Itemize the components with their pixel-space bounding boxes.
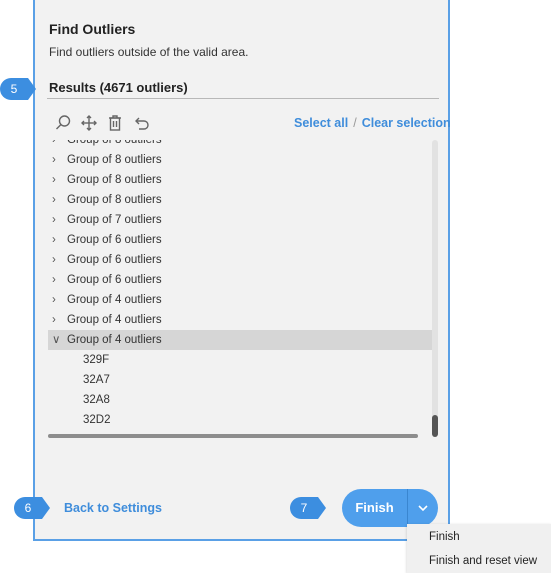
callout-badge-finish: 7 <box>290 497 326 519</box>
tree-child-row[interactable]: 329F <box>48 350 433 370</box>
move-icon[interactable] <box>79 113 99 133</box>
chevron-right-icon[interactable]: › <box>48 250 67 270</box>
vertical-scrollbar-thumb[interactable] <box>432 415 438 437</box>
results-heading: Results (4671 outliers) <box>49 80 188 95</box>
clear-selection-link[interactable]: Clear selection <box>362 116 451 130</box>
tree-group-row[interactable]: › Group of 4 outliers <box>48 290 433 310</box>
finish-button[interactable]: Finish <box>342 489 407 527</box>
tree-group-row[interactable]: › Group of 8 outliers <box>48 170 433 190</box>
finish-split-button: Finish <box>342 489 438 527</box>
chevron-right-icon[interactable]: › <box>48 230 67 250</box>
chevron-right-icon[interactable]: › <box>48 150 67 170</box>
results-divider <box>47 98 439 99</box>
menu-item-finish[interactable]: Finish <box>407 525 551 549</box>
menu-item-finish-reset-view[interactable]: Finish and reset view <box>407 549 551 573</box>
tree-group-row[interactable]: › Group of 6 outliers <box>48 270 433 290</box>
find-outliers-panel: Find Outliers Find outliers outside of t… <box>33 0 451 541</box>
tree-group-row[interactable]: ∨ Group of 4 outliers <box>48 330 433 350</box>
tree-child-row[interactable]: 32D2 <box>48 410 433 430</box>
tree-group-label: Group of 6 outliers <box>67 254 162 266</box>
tree-group-row[interactable]: › Group of 8 outliers <box>48 150 433 170</box>
tree-group-label: Group of 4 outliers <box>67 334 162 346</box>
tree-group-label: Group of 4 outliers <box>67 314 162 326</box>
panel-description: Find outliers outside of the valid area. <box>49 45 249 59</box>
chevron-right-icon[interactable]: › <box>48 210 67 230</box>
chevron-right-icon[interactable]: › <box>48 140 67 150</box>
chevron-down-icon <box>418 505 428 512</box>
vertical-scrollbar-track[interactable] <box>432 140 438 436</box>
delete-icon[interactable] <box>105 113 125 133</box>
tree-group-label: Group of 6 outliers <box>67 234 162 246</box>
tree-group-label: Group of 6 outliers <box>67 274 162 286</box>
select-all-link[interactable]: Select all <box>294 116 348 130</box>
tree-group-label: Group of 4 outliers <box>67 294 162 306</box>
selection-links: Select all / Clear selection <box>294 116 451 130</box>
chevron-down-icon[interactable]: ∨ <box>48 330 67 350</box>
outlier-tree-list: › Group of 8 outliers › Group of 8 outliers… <box>48 140 433 430</box>
tree-group-row[interactable]: › Group of 4 outliers <box>48 310 433 330</box>
selection-separator: / <box>353 116 357 130</box>
finish-dropdown-button[interactable] <box>408 489 438 527</box>
results-toolbar <box>53 113 151 133</box>
tree-child-row[interactable]: 32A7 <box>48 370 433 390</box>
callout-badge-results: 5 <box>0 78 36 100</box>
tree-group-label: Group of 7 outliers <box>67 214 162 226</box>
tree-group-row[interactable]: › Group of 8 outliers <box>48 190 433 210</box>
horizontal-scrollbar[interactable] <box>48 434 418 438</box>
tree-group-label: Group of 8 outliers <box>67 194 162 206</box>
tree-group-row[interactable]: › Group of 6 outliers <box>48 250 433 270</box>
tree-group-row[interactable]: › Group of 8 outliers <box>48 140 433 150</box>
back-to-settings-link[interactable]: Back to Settings <box>64 501 162 515</box>
tree-group-row[interactable]: › Group of 7 outliers <box>48 210 433 230</box>
tree-child-row[interactable]: 32A8 <box>48 390 433 410</box>
tree-group-row[interactable]: › Group of 6 outliers <box>48 230 433 250</box>
tree-group-label: Group of 8 outliers <box>67 174 162 186</box>
undo-icon[interactable] <box>131 113 151 133</box>
callout-badge-back: 6 <box>14 497 50 519</box>
outlier-tree[interactable]: › Group of 8 outliers › Group of 8 outliers… <box>48 140 433 437</box>
panel-title: Find Outliers <box>49 21 136 37</box>
tree-group-label: Group of 8 outliers <box>67 154 162 166</box>
chevron-right-icon[interactable]: › <box>48 170 67 190</box>
tree-group-label: Group of 8 outliers <box>67 140 162 146</box>
chevron-right-icon[interactable]: › <box>48 290 67 310</box>
finish-dropdown-menu: Finish Finish and reset view <box>407 524 551 573</box>
search-icon[interactable] <box>53 113 73 133</box>
chevron-right-icon[interactable]: › <box>48 190 67 210</box>
chevron-right-icon[interactable]: › <box>48 270 67 290</box>
chevron-right-icon[interactable]: › <box>48 310 67 330</box>
